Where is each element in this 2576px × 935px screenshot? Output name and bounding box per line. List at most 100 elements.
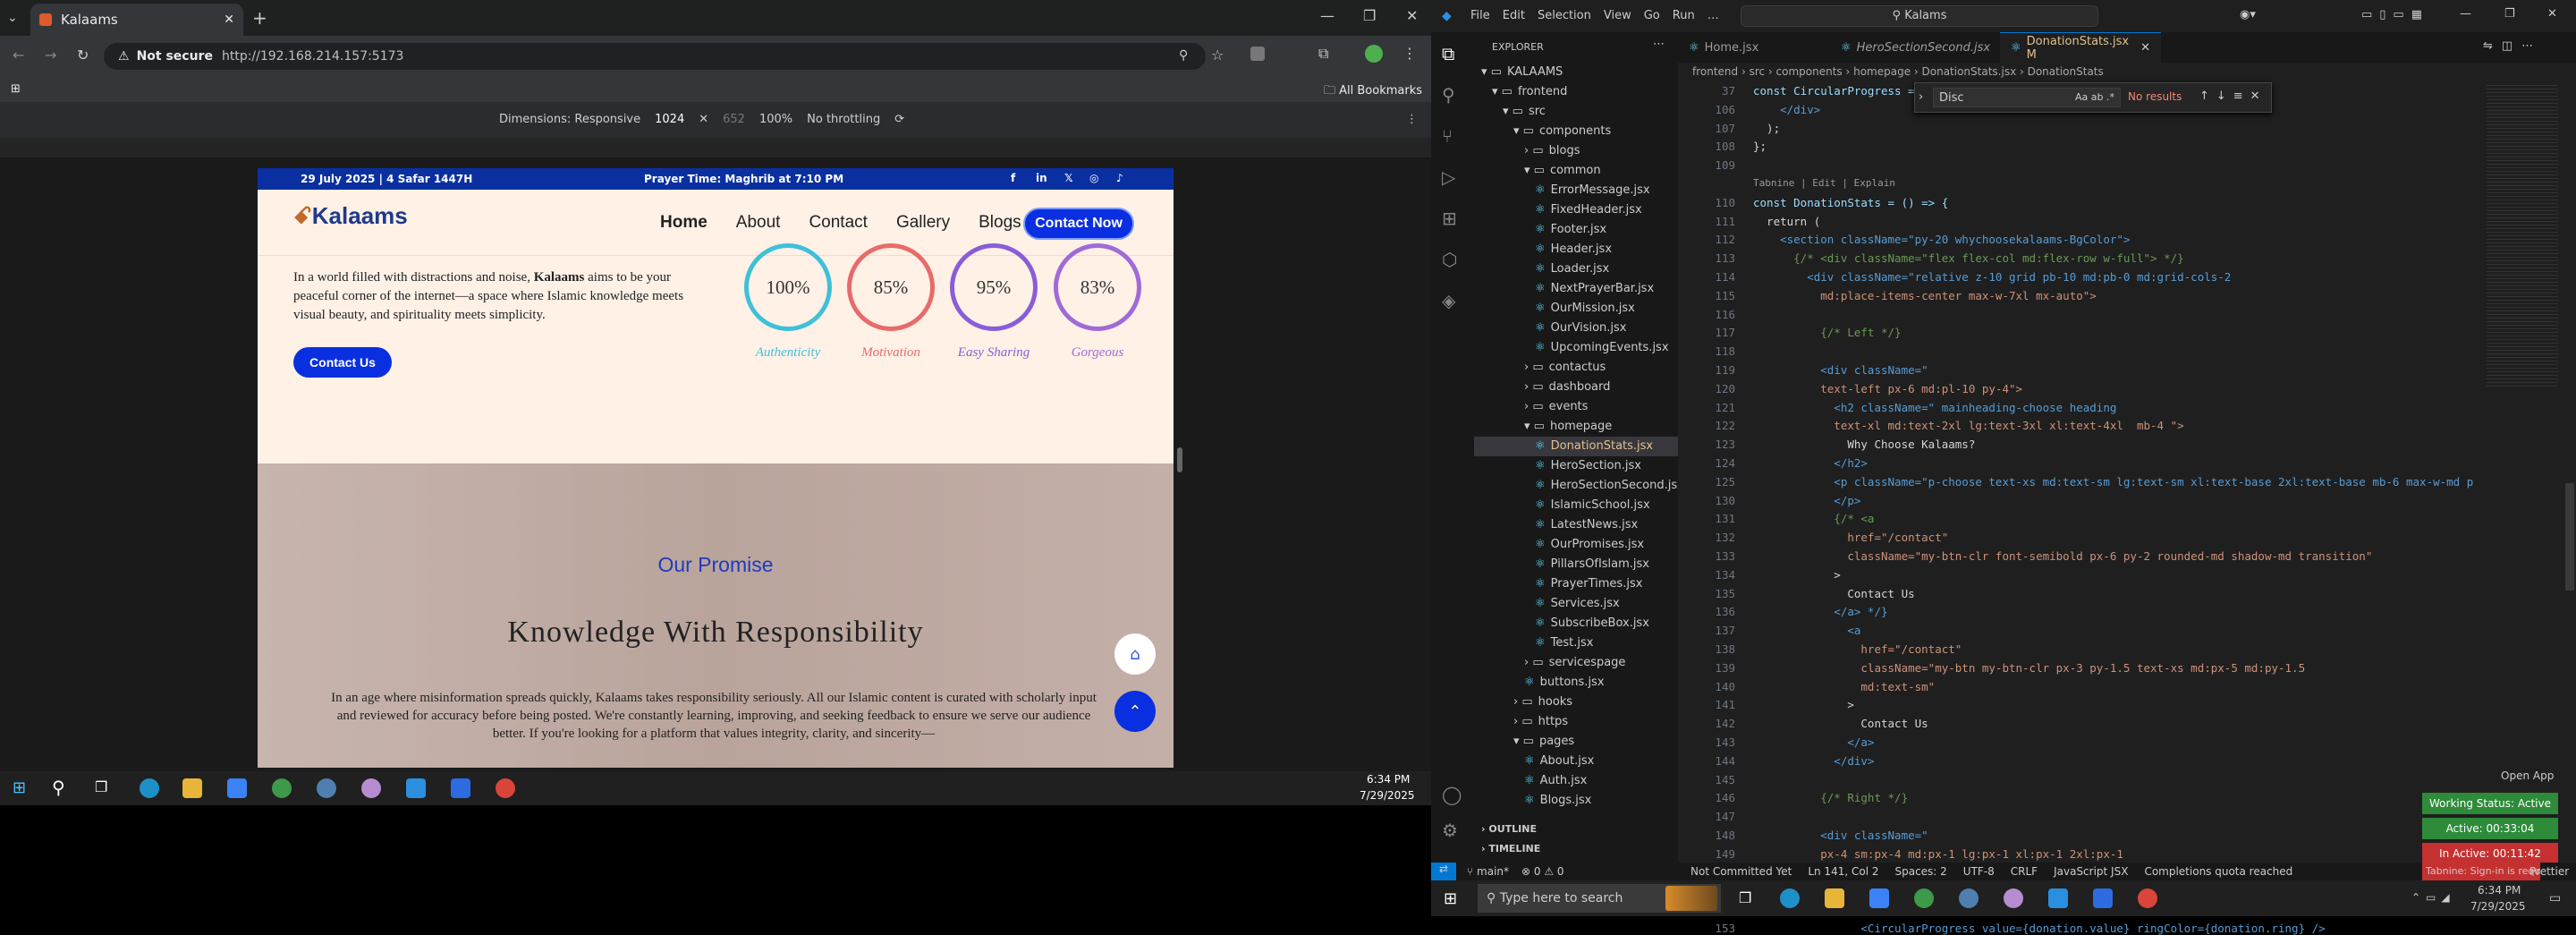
github-icon[interactable]	[2004, 888, 2023, 908]
windows-start-icon[interactable]: ⊞	[1444, 889, 1457, 908]
tree-file[interactable]: ⚛ OurVision.jsx	[1474, 319, 1678, 338]
new-tab-button[interactable]: +	[252, 7, 267, 29]
minimize-icon[interactable]: —	[1320, 7, 1335, 24]
tree-file[interactable]: ⚛ Loader.jsx	[1474, 259, 1678, 279]
nav-blogs[interactable]: Blogs	[979, 213, 1021, 233]
task-view-icon[interactable]: ❐	[95, 778, 107, 795]
close-tab-icon[interactable]: ✕	[2140, 41, 2150, 55]
menu-view[interactable]: View	[1604, 9, 1631, 22]
contact-now-button[interactable]: Contact Now	[1023, 208, 1134, 240]
extensions-puzzle-icon[interactable]: ⧉	[1318, 45, 1328, 63]
vscode-icon[interactable]	[2048, 888, 2068, 908]
menu-run[interactable]: Run	[1673, 9, 1695, 22]
settings-gear-icon[interactable]: ⚙	[1442, 820, 1458, 841]
tree-file[interactable]: ⚛ SubscribeBox.jsx	[1474, 614, 1678, 633]
windows-start-icon[interactable]: ⊞	[13, 778, 26, 797]
tiktok-icon[interactable]: ♪	[1116, 172, 1123, 184]
outline-section[interactable]: › OUTLINE	[1481, 823, 1537, 835]
tree-file[interactable]: ⚛ PillarsOfIslam.jsx	[1474, 555, 1678, 574]
app-icon[interactable]	[317, 778, 336, 798]
encoding-status[interactable]: UTF-8	[1963, 865, 1995, 878]
tree-file[interactable]: ⚛ Header.jsx	[1474, 240, 1678, 259]
tree-file[interactable]: ⚛ DonationStats.jsx	[1474, 437, 1678, 456]
find-nav-icons[interactable]: ↑↓≡✕	[2199, 89, 2267, 103]
edge-icon[interactable]	[1780, 888, 1800, 908]
tree-file[interactable]: ⚛ LatestNews.jsx	[1474, 515, 1678, 535]
tree-folder[interactable]: › ▭ dashboard	[1474, 378, 1678, 397]
zoom-icon-app[interactable]	[2093, 888, 2113, 908]
tiger-widget-icon[interactable]	[1665, 886, 1717, 911]
scrollbar-thumb[interactable]	[2565, 483, 2574, 591]
apps-icon[interactable]: ⊞	[11, 82, 21, 96]
minimap[interactable]	[2487, 82, 2558, 387]
explorer-icon[interactable]: ⧉	[1442, 43, 1454, 64]
git-branch[interactable]: ⑂ main*	[1467, 865, 1509, 878]
tree-file[interactable]: ⚛ IslamicSchool.jsx	[1474, 496, 1678, 515]
chrome-icon-2[interactable]	[2138, 888, 2157, 908]
menu-selection[interactable]: Selection	[1538, 9, 1591, 22]
instagram-icon[interactable]: ◎	[1089, 172, 1098, 184]
tab-home[interactable]: ⚛ Home.jsx	[1678, 32, 1830, 63]
tree-file[interactable]: ⚛ buttons.jsx	[1474, 673, 1678, 693]
tree-folder[interactable]: › ▭ servicespage	[1474, 653, 1678, 673]
tab-hero-section-second[interactable]: ⚛ HeroSectionSecond.jsx	[1830, 32, 2000, 63]
tree-file[interactable]: ⚛ HeroSection.jsx	[1474, 456, 1678, 476]
layout-icons[interactable]: ▭▯▭▦	[2361, 8, 2429, 21]
find-toggle-icon[interactable]: ›	[1919, 90, 1923, 104]
bookmark-star-icon[interactable]: ☆	[1211, 47, 1224, 64]
vscode-close-icon[interactable]: ✕	[2547, 7, 2557, 21]
vscode-icon[interactable]	[406, 778, 426, 798]
blame-status[interactable]: Not Committed Yet	[1690, 865, 1792, 878]
open-app-label[interactable]: Open App	[2501, 769, 2554, 782]
vscode-minimize-icon[interactable]: —	[2460, 7, 2471, 21]
indent-status[interactable]: Spaces: 2	[1894, 865, 1946, 878]
tree-folder[interactable]: › ▭ https	[1474, 712, 1678, 732]
reload-icon[interactable]: ↻	[77, 47, 89, 64]
forward-icon[interactable]: →	[45, 47, 56, 64]
prettier-status[interactable]: Prettier	[2529, 865, 2569, 878]
copilot-quota[interactable]: Completions quota reached	[2144, 865, 2292, 878]
timeline-section[interactable]: › TIMELINE	[1481, 843, 1540, 854]
tree-folder[interactable]: › ▭ hooks	[1474, 693, 1678, 712]
notification-icon[interactable]: ▭	[2549, 891, 2561, 905]
close-tab-icon[interactable]: ✕	[224, 13, 234, 27]
task-view-icon[interactable]: ❐	[1739, 889, 1751, 906]
search-icon[interactable]: ⚲	[52, 777, 65, 798]
width-input[interactable]: 1024	[655, 113, 684, 126]
scroll-up-button[interactable]: ⌂	[1114, 633, 1156, 675]
linkedin-icon[interactable]: in	[1036, 172, 1047, 184]
tree-folder[interactable]: › ▭ blogs	[1474, 141, 1678, 161]
github-icon[interactable]	[361, 778, 381, 798]
restore-icon[interactable]: ❐	[1363, 7, 1376, 24]
nav-contact[interactable]: Contact	[809, 213, 867, 233]
file-explorer-icon[interactable]	[1825, 888, 1844, 908]
tree-file[interactable]: ⚛ Blogs.jsx	[1474, 791, 1678, 811]
contact-us-button[interactable]: Contact Us	[293, 347, 392, 378]
edge-icon[interactable]	[140, 778, 159, 798]
vscode-restore-icon[interactable]: ❐	[2504, 7, 2515, 21]
tree-file[interactable]: ⚛ Auth.jsx	[1474, 771, 1678, 791]
zoom-icon[interactable]: ⚲	[1179, 48, 1188, 63]
tree-file[interactable]: ⚛ HeroSectionSecond.jsx	[1474, 476, 1684, 496]
back-icon[interactable]: ←	[13, 47, 24, 64]
account-icon[interactable]: ◯	[1442, 784, 1462, 805]
close-window-icon[interactable]: ✕	[1406, 7, 1418, 24]
find-input[interactable]: Disc Aa ab .*	[1933, 88, 2121, 107]
tree-file[interactable]: ⚛ PrayerTimes.jsx	[1474, 574, 1678, 594]
find-options-icons[interactable]: Aa ab .*	[2075, 91, 2114, 103]
dimensions-dropdown[interactable]: Dimensions: Responsive	[499, 113, 640, 126]
chrome-icon[interactable]	[272, 778, 292, 798]
back-to-top-icon[interactable]: ⌃	[1114, 691, 1156, 732]
address-bar[interactable]: ⚠ Not secure http://192.168.214.157:5173	[104, 43, 1206, 70]
tree-file[interactable]: ⚛ ErrorMessage.jsx	[1474, 181, 1678, 200]
tab-search-icon[interactable]: ⌄	[7, 11, 18, 25]
tree-file[interactable]: ⚛ OurMission.jsx	[1474, 299, 1678, 319]
tree-file[interactable]: ⚛ UpcomingEvents.jsx	[1474, 338, 1678, 358]
chrome-menu-icon[interactable]: ⋮	[1402, 45, 1417, 62]
height-input[interactable]: 652	[723, 113, 745, 126]
site-logo[interactable]: ꗃKalaams	[293, 202, 408, 231]
copilot-chat-icon[interactable]: ⬡	[1442, 249, 1457, 270]
extension-icon[interactable]	[1250, 47, 1265, 61]
resize-handle[interactable]	[1177, 447, 1182, 472]
chrome-icon[interactable]	[1914, 888, 1934, 908]
